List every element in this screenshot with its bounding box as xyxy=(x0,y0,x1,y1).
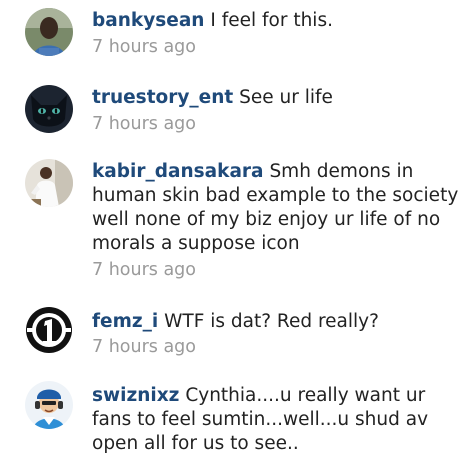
comment-text: swiznixz Cynthia....u really want ur fan… xyxy=(92,384,467,456)
avatar[interactable] xyxy=(25,381,73,429)
comment-text: kabir_dansakara Smh demons in human skin… xyxy=(92,160,467,256)
username-link[interactable]: bankysean xyxy=(92,10,204,31)
avatar[interactable] xyxy=(25,8,73,56)
comment-text: femz_i WTF is dat? Red really? xyxy=(92,310,467,334)
timestamp: 7 hours ago xyxy=(92,260,197,280)
timestamp: 7 hours ago xyxy=(92,114,197,134)
person-photo-icon xyxy=(25,8,73,56)
username-link[interactable]: swiznixz xyxy=(92,385,179,406)
person-white-robe-photo-icon xyxy=(25,159,73,207)
username-link[interactable]: femz_i xyxy=(92,311,158,332)
comment-text: bankysean I feel for this. xyxy=(92,9,467,33)
comment-text: truestory_ent See ur life xyxy=(92,86,467,110)
comment-body: WTF is dat? Red really? xyxy=(164,311,379,332)
avatar[interactable] xyxy=(25,159,73,207)
black-cat-photo-icon xyxy=(25,85,73,133)
comment-list: bankysean I feel for this. 7 hours ago t… xyxy=(0,0,470,457)
timestamp: 7 hours ago xyxy=(92,37,197,57)
comment-body: I feel for this. xyxy=(210,10,333,31)
username-link[interactable]: kabir_dansakara xyxy=(92,161,264,182)
comment-body: See ur life xyxy=(239,87,333,108)
avatar[interactable] xyxy=(25,85,73,133)
username-link[interactable]: truestory_ent xyxy=(92,87,233,108)
cartoon-dj-avatar-icon xyxy=(25,381,73,429)
timestamp: 7 hours ago xyxy=(92,337,197,357)
number-one-logo-icon xyxy=(25,306,73,354)
avatar[interactable] xyxy=(25,306,73,354)
